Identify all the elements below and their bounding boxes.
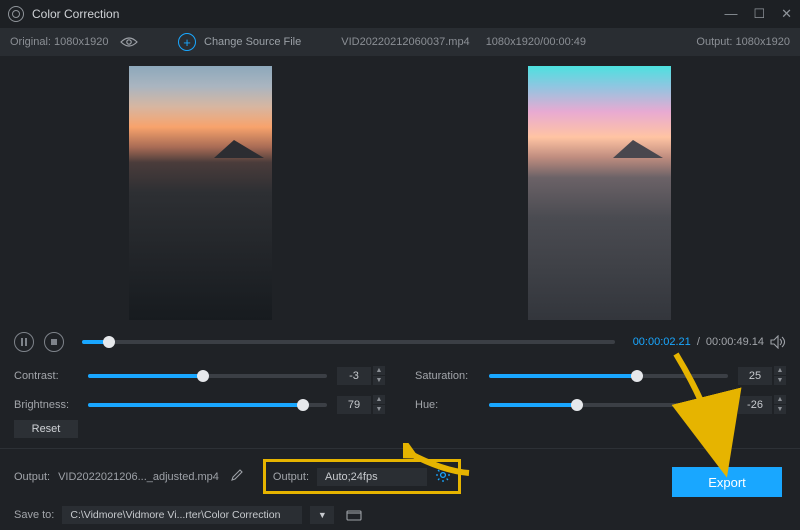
stop-button[interactable] — [44, 332, 64, 352]
output-format-label: Output: — [273, 471, 309, 483]
reset-button[interactable]: Reset — [14, 420, 78, 438]
contrast-slider[interactable] — [88, 374, 327, 378]
file-resolution-duration: 1080x1920/00:00:49 — [486, 36, 586, 48]
open-folder-button[interactable] — [342, 506, 366, 524]
preview-area — [0, 56, 800, 326]
sliders-panel: Contrast: -3▲▼ Saturation: 25▲▼ Brightne… — [0, 358, 800, 418]
window-title: Color Correction — [32, 7, 119, 21]
time-current: 00:00:02.21 — [633, 336, 691, 348]
change-source-label: Change Source File — [204, 36, 301, 48]
file-meta: VID20220212060037.mp4 1080x1920/00:00:49 — [341, 36, 586, 48]
titlebar: Color Correction — ☐ ✕ — [0, 0, 800, 28]
contrast-spinner[interactable]: -3▲▼ — [337, 366, 385, 385]
time-display: 00:00:02.21/00:00:49.14 — [633, 335, 786, 349]
spin-up-icon: ▲ — [373, 366, 385, 375]
time-total: 00:00:49.14 — [706, 336, 764, 348]
transport-bar: 00:00:02.21/00:00:49.14 — [0, 326, 800, 358]
output-format-value[interactable]: Auto;24fps — [317, 468, 427, 486]
saturation-spinner[interactable]: 25▲▼ — [738, 366, 786, 385]
output-format-block: Output: Auto;24fps — [263, 459, 461, 494]
original-label: Original: 1080x1920 — [10, 36, 108, 48]
output-file-name: VID2022021206..._adjusted.mp4 — [58, 471, 219, 483]
eye-icon[interactable] — [120, 36, 138, 48]
saturation-row: Saturation: 25▲▼ — [415, 366, 786, 385]
hue-slider[interactable] — [489, 403, 728, 407]
app-icon — [8, 6, 24, 22]
hue-row: Hue: -26▲▼ — [415, 395, 786, 414]
save-path-dropdown[interactable]: ▼ — [310, 506, 334, 524]
saturation-label: Saturation: — [415, 370, 479, 382]
brightness-spinner[interactable]: 79▲▼ — [337, 395, 385, 414]
brightness-label: Brightness: — [14, 399, 78, 411]
export-button[interactable]: Export — [672, 467, 782, 497]
minimize-button[interactable]: — — [724, 6, 737, 22]
save-row: Save to: C:\Vidmore\Vidmore Vi...rter\Co… — [0, 500, 800, 530]
volume-icon[interactable] — [770, 335, 786, 349]
plus-icon: + — [178, 33, 196, 51]
spin-down-icon: ▼ — [373, 376, 385, 385]
pause-button[interactable] — [14, 332, 34, 352]
file-name: VID20220212060037.mp4 — [341, 36, 469, 48]
window-controls: — ☐ ✕ — [724, 6, 792, 22]
gear-icon[interactable] — [435, 467, 451, 486]
brightness-slider[interactable] — [88, 403, 327, 407]
change-source-button[interactable]: + Change Source File — [178, 33, 301, 51]
brightness-row: Brightness: 79▲▼ — [14, 395, 385, 414]
contrast-row: Contrast: -3▲▼ — [14, 366, 385, 385]
hue-spinner[interactable]: -26▲▼ — [738, 395, 786, 414]
saturation-slider[interactable] — [489, 374, 728, 378]
contrast-label: Contrast: — [14, 370, 78, 382]
info-bar: Original: 1080x1920 + Change Source File… — [0, 28, 800, 56]
maximize-button[interactable]: ☐ — [753, 6, 765, 22]
output-file-label: Output: — [14, 471, 50, 483]
timeline-slider[interactable] — [82, 340, 615, 344]
output-info: Output: 1080x1920 — [696, 36, 790, 48]
save-label: Save to: — [14, 509, 54, 521]
preview-original — [129, 66, 272, 320]
save-path-field[interactable]: C:\Vidmore\Vidmore Vi...rter\Color Corre… — [62, 506, 302, 524]
hue-label: Hue: — [415, 399, 479, 411]
preview-adjusted — [528, 66, 671, 320]
edit-filename-button[interactable] — [231, 469, 243, 484]
close-button[interactable]: ✕ — [781, 6, 792, 22]
